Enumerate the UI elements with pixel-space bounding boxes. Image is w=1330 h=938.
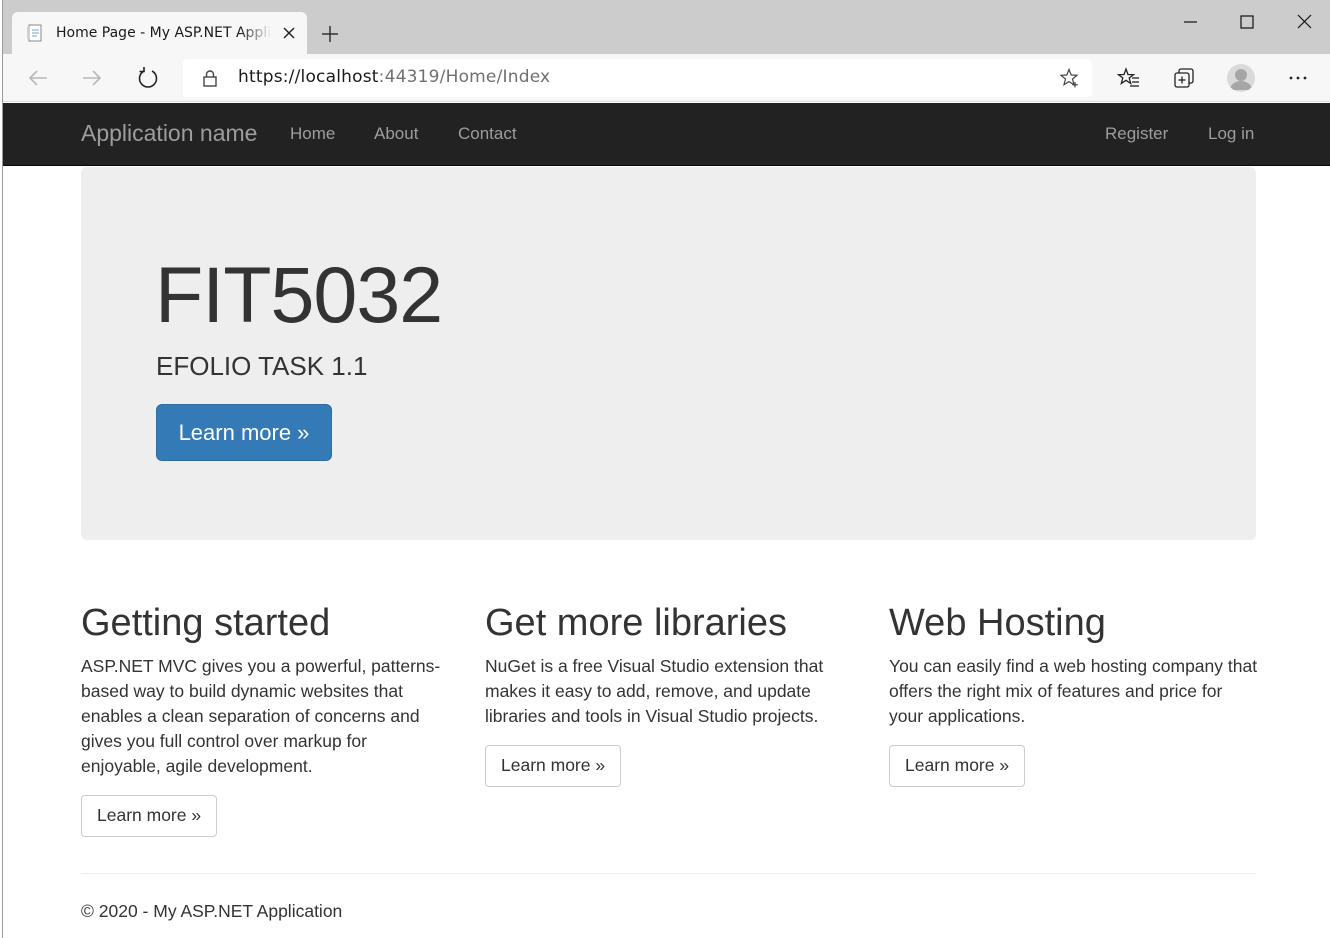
learn-more-button[interactable]: Learn more » [889,745,1026,787]
maximize-icon[interactable] [1235,10,1259,34]
jumbotron-title: FIT5032 [155,250,443,339]
nav-link-contact[interactable]: Contact [458,124,517,144]
navbar-brand[interactable]: Application name [81,120,257,147]
site-navbar: Application name Home About Contact Regi… [3,103,1330,166]
jumbotron: FIT5032 EFOLIO TASK 1.1 Learn more » [81,167,1256,540]
close-icon[interactable] [1292,10,1316,34]
column-text: ASP.NET MVC gives you a powerful, patter… [81,656,441,776]
plus-icon[interactable] [320,24,340,44]
nav-link-login[interactable]: Log in [1208,124,1254,144]
page-icon [26,24,44,42]
address-bar[interactable]: https://localhost:44319/Home/Index [183,59,1092,97]
browser-toolbar: https://localhost:44319/Home/Index [0,54,1330,102]
star-add-icon[interactable] [1059,67,1080,88]
tab-home-page[interactable]: Home Page - My ASP.NET Application [12,12,307,54]
nav-link-register[interactable]: Register [1105,124,1168,144]
jumbotron-lead: EFOLIO TASK 1.1 [156,351,368,381]
url-text[interactable]: https://localhost:44319/Home/Index [238,67,550,87]
column-text: NuGet is a free Visual Studio extension … [485,656,824,726]
minimize-icon[interactable] [1178,10,1202,34]
profile-avatar-icon[interactable] [1227,64,1255,92]
url-path: :44319/Home/Index [378,67,551,87]
window-left-edge [0,0,3,938]
tab-strip: Home Page - My ASP.NET Application [0,0,1330,54]
nav-link-about[interactable]: About [374,124,418,144]
back-arrow-icon[interactable] [26,66,50,90]
favorites-icon[interactable] [1116,66,1141,90]
refresh-icon[interactable] [136,66,160,90]
tab-title: Home Page - My ASP.NET Application [56,25,272,41]
column-getting-started: Getting started ASP.NET MVC gives you a … [81,600,451,837]
footer-divider [81,873,1256,874]
close-icon[interactable] [281,25,297,41]
footer-text: © 2020 - My ASP.NET Application [81,901,343,921]
column-heading: Getting started [81,602,331,644]
url-host: https://localhost [238,67,379,87]
column-get-more-libraries: Get more libraries NuGet is a free Visua… [485,600,855,787]
nav-link-home[interactable]: Home [290,124,335,144]
column-web-hosting: Web Hosting You can easily find a web ho… [889,600,1259,787]
column-heading: Get more libraries [485,602,787,644]
learn-more-button[interactable]: Learn more » [485,745,622,787]
learn-more-button-primary[interactable]: Learn more » [156,404,332,461]
collections-icon[interactable] [1172,66,1196,90]
column-heading: Web Hosting [889,602,1106,644]
browser-window: Home Page - My ASP.NET Application [0,0,1330,938]
forward-arrow-icon[interactable] [80,66,104,90]
lock-icon[interactable] [201,69,219,87]
learn-more-button[interactable]: Learn more » [81,795,218,837]
column-text: You can easily find a web hosting compan… [889,656,1258,726]
more-icon[interactable] [1286,66,1310,90]
